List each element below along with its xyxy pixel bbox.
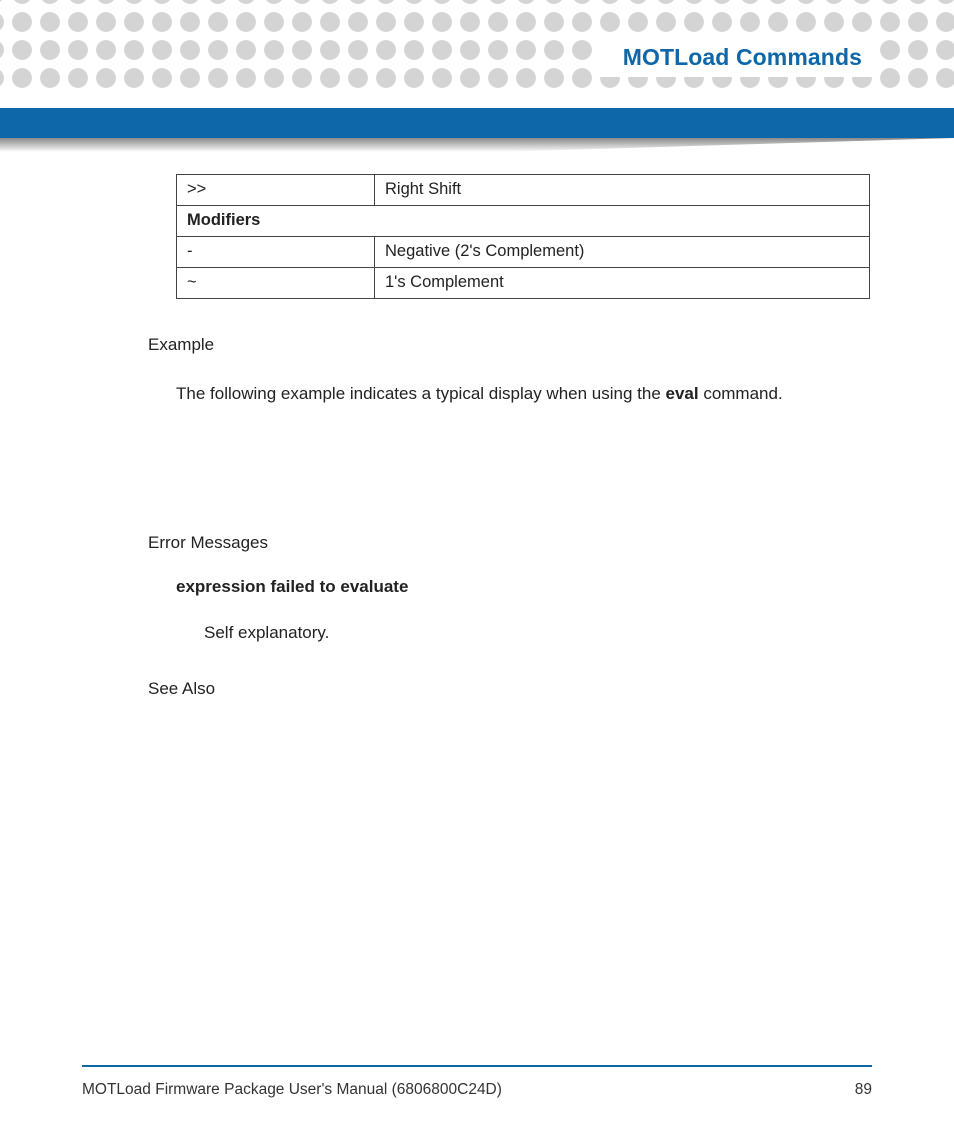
error-message-name: expression failed to evaluate	[176, 577, 868, 597]
header-blue-bar	[0, 108, 954, 138]
example-cmd-name: eval	[666, 384, 699, 403]
table-row: >> Right Shift	[177, 175, 870, 206]
footer-rule	[82, 1065, 872, 1067]
op-symbol: ~	[177, 268, 375, 299]
page-number: 89	[855, 1081, 872, 1099]
operators-table: >> Right Shift Modifiers - Negative (2's…	[176, 174, 870, 299]
error-message-body: Self explanatory.	[204, 623, 868, 643]
page-content: >> Right Shift Modifiers - Negative (2's…	[148, 174, 868, 699]
table-row: Modifiers	[177, 206, 870, 237]
page-footer: MOTLoad Firmware Package User's Manual (…	[82, 1081, 872, 1099]
op-symbol: >>	[177, 175, 375, 206]
error-messages-heading: Error Messages	[148, 533, 868, 553]
table-section-header: Modifiers	[177, 206, 870, 237]
see-also-heading: See Also	[148, 679, 868, 699]
table-row: - Negative (2's Complement)	[177, 237, 870, 268]
example-heading: Example	[148, 335, 868, 355]
example-text-pre: The following example indicates a typica…	[176, 384, 666, 403]
header-shadow	[0, 138, 954, 152]
example-text: The following example indicates a typica…	[176, 383, 868, 405]
op-desc: Negative (2's Complement)	[375, 237, 870, 268]
op-symbol: -	[177, 237, 375, 268]
page-header-title: MOTLoad Commands	[599, 40, 872, 77]
footer-manual-title: MOTLoad Firmware Package User's Manual (…	[82, 1081, 502, 1098]
example-text-post: command.	[699, 384, 783, 403]
op-desc: Right Shift	[375, 175, 870, 206]
table-row: ~ 1's Complement	[177, 268, 870, 299]
op-desc: 1's Complement	[375, 268, 870, 299]
